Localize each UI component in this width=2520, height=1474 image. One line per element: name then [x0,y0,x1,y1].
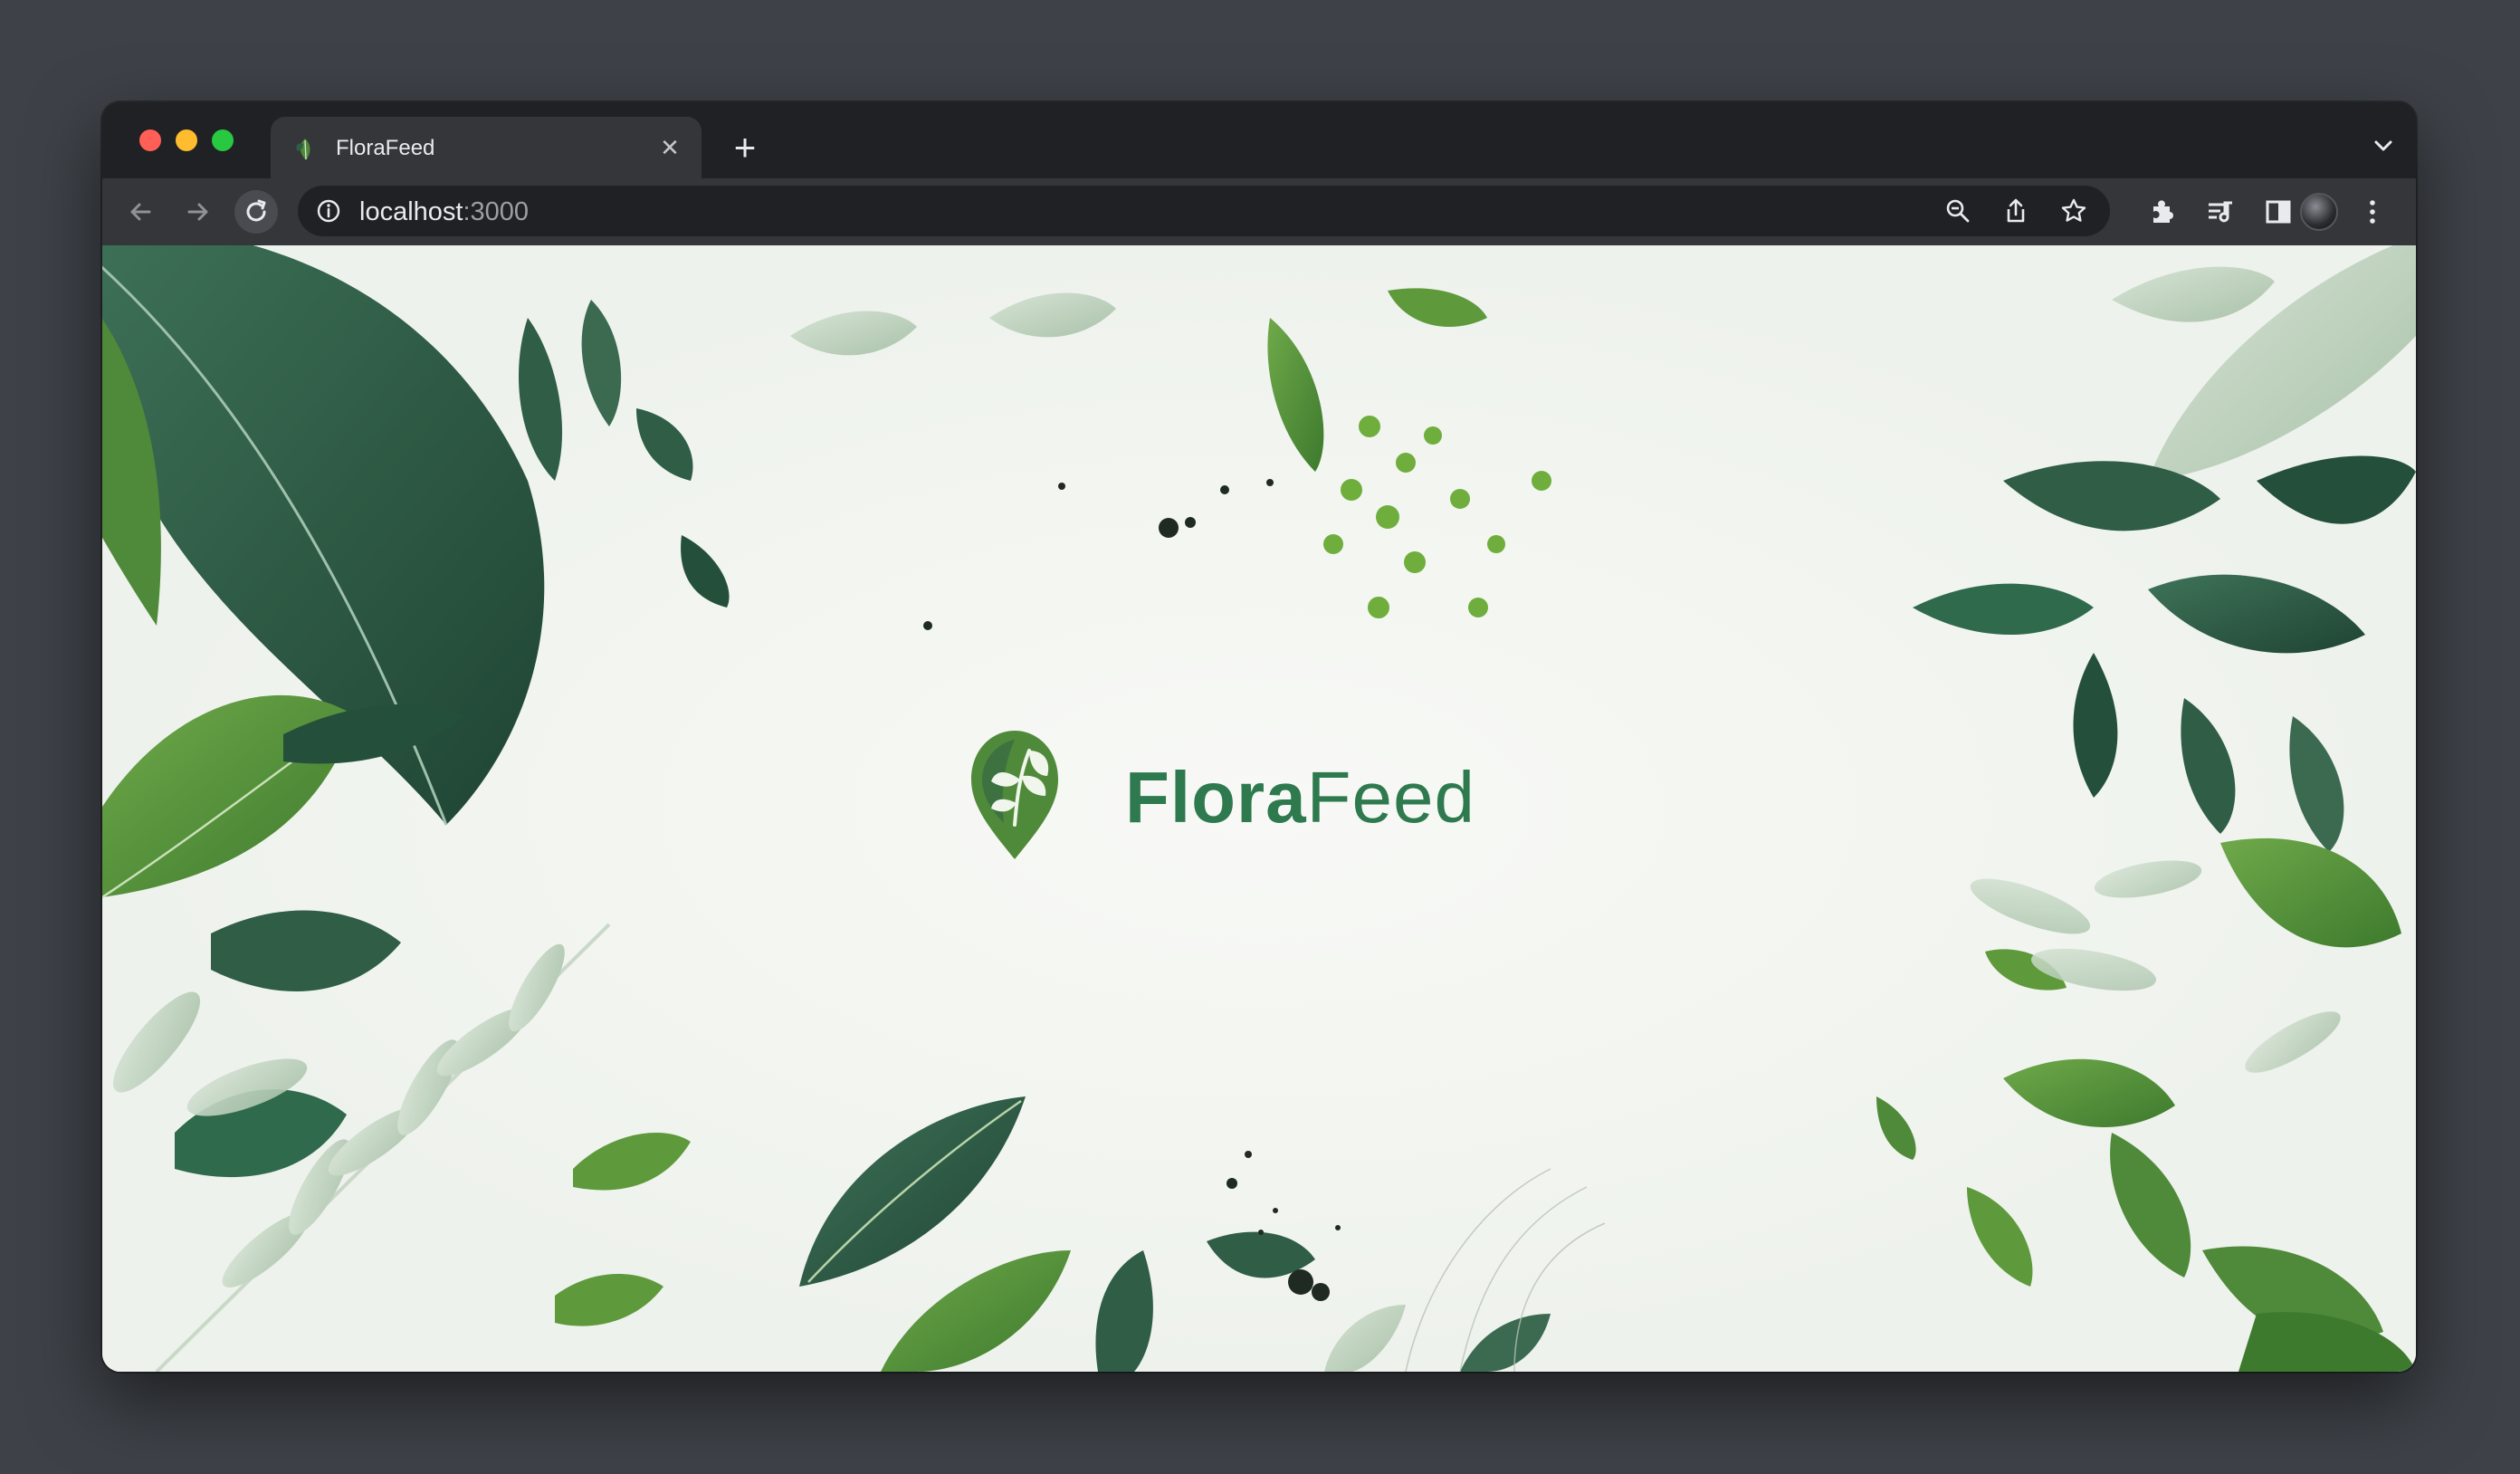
reload-button[interactable] [234,190,278,234]
new-tab-button[interactable]: + [725,129,765,169]
address-bar[interactable]: localhost:3000 [298,186,2110,236]
close-window-button[interactable] [139,129,161,151]
star-icon[interactable] [2059,196,2088,225]
sidepanel-icon[interactable] [2262,196,2295,228]
menu-icon[interactable] [2356,196,2389,228]
page-viewport: FloraFeed [102,245,2416,1372]
leaf-pin-logo [971,731,1058,859]
leaf-icon [296,139,310,160]
brand-name-part1: Flora [1125,757,1307,838]
tab-search-icon[interactable] [2371,133,2396,158]
tab-strip: FloraFeed ✕ + [102,102,2416,178]
browser-window: FloraFeed ✕ + localhost:3000 FloraFeed [102,102,2416,1372]
tab-florafeed[interactable]: FloraFeed ✕ [271,117,702,178]
profile-avatar[interactable] [2300,193,2338,231]
brand-name: FloraFeed [1125,756,1475,839]
share-icon[interactable] [2001,196,2030,225]
extensions-icon[interactable] [2146,196,2179,228]
url-host: localhost [359,197,463,226]
maximize-window-button[interactable] [212,129,234,151]
reload-icon [246,199,266,222]
url-text[interactable]: localhost:3000 [359,197,529,227]
forward-button[interactable] [177,190,220,234]
media-icon[interactable] [2204,196,2237,228]
browser-toolbar: localhost:3000 [102,178,2416,245]
brand-name-part2: Feed [1306,757,1475,838]
back-icon [130,203,151,221]
zoom-icon[interactable] [1943,196,1972,225]
minimize-window-button[interactable] [176,129,197,151]
back-button[interactable] [119,190,162,234]
brand-lockup: FloraFeed [964,723,1598,868]
url-port: :3000 [463,197,530,226]
forward-icon [187,203,208,221]
tab-title: FloraFeed [336,136,435,160]
tab-close-icon[interactable]: ✕ [654,132,685,163]
info-icon[interactable] [316,198,341,224]
